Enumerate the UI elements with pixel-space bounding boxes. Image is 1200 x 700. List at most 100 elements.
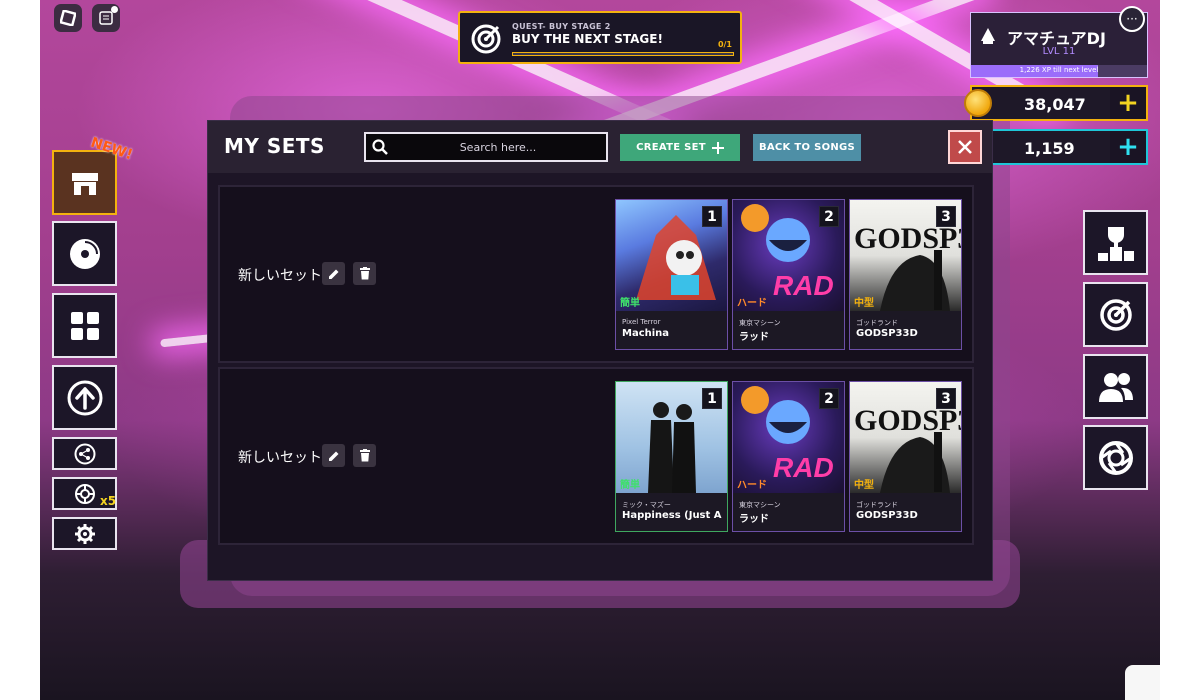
gems-value: 1,159 [1024, 139, 1075, 158]
trophy-icon [1097, 226, 1134, 261]
target-icon [471, 24, 501, 54]
difficulty-label: 中型 [854, 480, 874, 491]
song-title: GODSP33D [856, 510, 918, 521]
grid-icon [70, 311, 99, 340]
song-title: GODSP33D [856, 328, 918, 339]
pencil-icon [328, 269, 338, 279]
song-title: ラッド [739, 332, 769, 343]
search-icon [372, 139, 388, 155]
delete-set-button[interactable] [353, 262, 376, 285]
gear-icon [74, 523, 95, 544]
set-row: 新しいセット 1 簡単 Pixel Terror Machina RAD 2 ハ… [218, 185, 974, 363]
song-card[interactable]: RAD 2 ハード 東京マシーン ラッド [732, 199, 845, 350]
music-button[interactable] [52, 221, 117, 286]
roblox-logo-icon [60, 10, 76, 26]
record-icon [69, 238, 100, 269]
inventory-button[interactable] [52, 293, 117, 358]
song-artist: ゴッドランド [856, 501, 898, 509]
quest-progress-bar [512, 52, 734, 56]
delete-set-button[interactable] [353, 444, 376, 467]
friends-button[interactable] [1083, 354, 1148, 419]
pencil-icon [328, 451, 338, 461]
buy-gems-button[interactable]: + [1110, 131, 1146, 163]
back-to-songs-button[interactable]: BACK TO SONGS [753, 134, 861, 161]
player-level: LVL 11 [1042, 46, 1076, 57]
song-card[interactable]: GODSP33D 3 中型 ゴッドランド GODSP33D [849, 199, 962, 350]
more-options-button[interactable]: ··· [1119, 6, 1145, 32]
create-set-button[interactable]: CREATE SET [620, 134, 740, 161]
set-name: 新しいセット [238, 450, 322, 466]
close-button[interactable] [948, 130, 982, 164]
upgrade-arrow-icon [67, 380, 102, 415]
rename-set-button[interactable] [322, 262, 345, 285]
store-icon [71, 172, 98, 195]
xp-progress-bar: 1,226 XP till next level [971, 65, 1147, 77]
difficulty-label: ハード [737, 298, 767, 309]
notification-dot [111, 6, 118, 13]
trash-icon [359, 267, 370, 280]
my-sets-panel: MY SETS CREATE SET BACK TO SONGS 新しいセット [207, 120, 993, 581]
trash-icon [359, 449, 370, 462]
slot-number: 2 [819, 206, 839, 227]
song-artist: ゴッドランド [856, 319, 898, 327]
coins-display: 38,047 + [964, 85, 1148, 121]
song-card[interactable]: 1 簡単 Pixel Terror Machina [615, 199, 728, 350]
friends-icon [1098, 372, 1133, 402]
svg-text:RAD: RAD [773, 270, 834, 301]
slot-number: 3 [936, 388, 956, 409]
roblox-menu-button[interactable] [54, 4, 82, 32]
page-title: MY SETS [224, 134, 325, 158]
gems-display: 1,159 + [970, 129, 1148, 165]
difficulty-label: 中型 [854, 298, 874, 309]
ellipsis-icon: ··· [1126, 12, 1138, 26]
quest-title: BUY THE NEXT STAGE! [512, 32, 663, 46]
target-icon [1099, 298, 1132, 331]
slot-number: 2 [819, 388, 839, 409]
song-card[interactable]: 1 簡単 ミック・マズー Happiness (Just A [615, 381, 728, 532]
shop-button[interactable] [52, 150, 117, 215]
quest-label: QUEST- BUY STAGE 2 [512, 22, 611, 31]
buy-coins-button[interactable]: + [1110, 87, 1146, 119]
quests-button[interactable] [1083, 282, 1148, 347]
upgrade-button[interactable] [52, 365, 117, 430]
coin-icon [964, 89, 992, 117]
song-title: ラッド [739, 514, 769, 525]
camera-lens-icon [1098, 440, 1133, 475]
song-artist: ミック・マズー [622, 501, 671, 509]
create-set-label: CREATE SET [636, 142, 706, 153]
search-input[interactable] [398, 134, 598, 160]
settings-button[interactable] [52, 517, 117, 550]
share-icon [74, 443, 95, 464]
panel-header: MY SETS CREATE SET BACK TO SONGS [208, 121, 992, 173]
difficulty-label: ハード [737, 480, 767, 491]
song-title: Machina [622, 328, 670, 339]
spinner-icon [74, 483, 95, 504]
quest-banner[interactable]: QUEST- BUY STAGE 2 BUY THE NEXT STAGE! 0… [458, 11, 742, 64]
song-artist: 東京マシーン [739, 501, 781, 509]
game-viewport: QUEST- BUY STAGE 2 BUY THE NEXT STAGE! 0… [40, 0, 1160, 700]
set-row: 新しいセット 1 簡単 ミック・マズー Happiness (Just A RA… [218, 367, 974, 545]
rename-set-button[interactable] [322, 444, 345, 467]
song-card[interactable]: GODSP33D 3 中型 ゴッドランド GODSP33D [849, 381, 962, 532]
chat-button[interactable] [92, 4, 120, 32]
share-button[interactable] [52, 437, 117, 470]
song-card[interactable]: RAD 2 ハード 東京マシーン ラッド [732, 381, 845, 532]
quest-progress-text: 0/1 [717, 40, 732, 49]
song-artist: Pixel Terror [622, 318, 661, 326]
svg-text:RAD: RAD [773, 452, 834, 483]
close-icon [958, 140, 972, 154]
song-title: Happiness (Just A [622, 510, 722, 521]
slot-number: 3 [936, 206, 956, 227]
difficulty-label: 簡単 [620, 298, 640, 309]
xp-remaining-text: 1,226 XP till next level [1019, 66, 1099, 74]
avatar [981, 28, 995, 44]
camera-button[interactable] [1083, 425, 1148, 490]
leaderboard-button[interactable] [1083, 210, 1148, 275]
set-name: 新しいセット [238, 268, 322, 284]
slot-number: 1 [702, 206, 722, 227]
spin-count: x5 [100, 494, 117, 508]
search-box[interactable] [364, 132, 608, 162]
corner-widget[interactable] [1125, 665, 1160, 700]
coins-value: 38,047 [1024, 95, 1086, 114]
slot-number: 1 [702, 388, 722, 409]
